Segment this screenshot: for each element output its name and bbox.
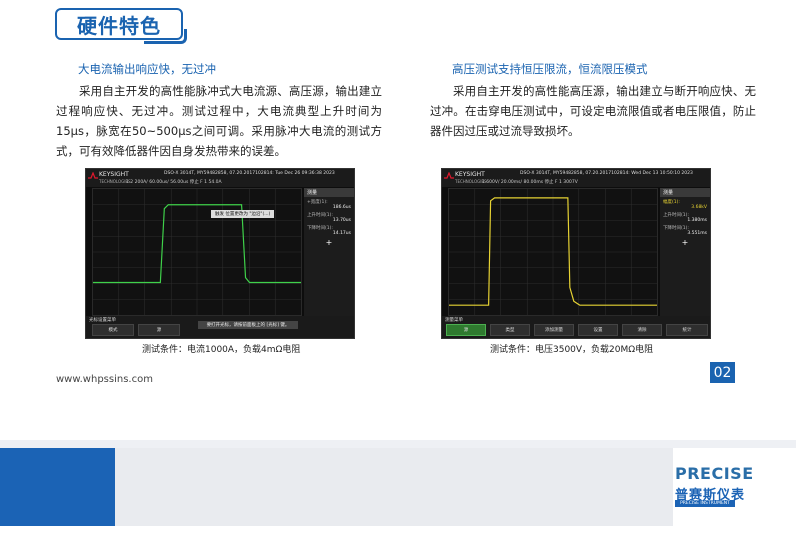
section-title: 硬件特色	[77, 13, 161, 38]
measure-label: 上升时间(1):	[307, 213, 333, 218]
waveform-screen	[448, 188, 658, 316]
measure-label: 下降时间(1):	[663, 226, 689, 231]
waveform-screen: 触发 位置更改为 "边沿"(...)	[92, 188, 302, 316]
softkey-mode: 模式	[92, 324, 134, 336]
softkey-settings: 设置	[578, 324, 618, 336]
softkey-type: 类型	[490, 324, 530, 336]
left-oscilloscope-screenshot: KEYSIGHT TECHNOLOGIES DSO-X 3014T, MY5948…	[85, 168, 355, 339]
website-url: www.whpssins.com	[56, 374, 153, 385]
page-number: 02	[710, 362, 735, 383]
measure-label: +宽度(1):	[307, 200, 328, 205]
softkey-add-measure: 添加测量	[534, 324, 574, 336]
softkey-clear: 清除	[622, 324, 662, 336]
status-line: 1 2 200A/ 60.00us/ 56.00us 停止 F 1 54.0A	[126, 180, 222, 185]
logo-english: PRECISE	[675, 464, 754, 483]
measure-panel-title: 测量	[304, 188, 354, 197]
footer-blue-block	[0, 448, 115, 526]
logo-subtitle: PRECISE INSTRUMENT	[675, 500, 735, 507]
keysight-wave-icon	[88, 172, 98, 179]
right-body: 采用自主开发的高性能高压源，输出建立与断开响应快、无过冲。在击穿电压测试中，可设…	[430, 84, 756, 138]
measure-label: 上升时间(1):	[663, 213, 689, 218]
measure-value: 14.17us	[332, 231, 351, 236]
measure-value: 3.551ms	[687, 231, 707, 236]
right-oscilloscope-screenshot: KEYSIGHT TECHNOLOGIES DSO-X 3014T, MY5948…	[441, 168, 711, 339]
softkey-bar: 光标设置菜单 模式 源 要打开光标，请按前面板上的 [光标] 键。	[86, 316, 354, 338]
measure-panel: 测量 +宽度(1): 186.6us 上升时间(1): 13.70us 下降时间…	[304, 188, 354, 316]
model-line: DSO-X 3014T, MY59482858, 07.20.201710281…	[164, 171, 335, 176]
model-line: DSO-X 3014T, MY59482858, 07.20.201710281…	[520, 171, 693, 176]
measure-label: 幅度(1):	[663, 200, 680, 205]
measure-panel-title: 测量	[660, 188, 710, 197]
section-title-box: 硬件特色	[55, 8, 187, 44]
cursor-message: 要打开光标，请按前面板上的 [光标] 键。	[198, 321, 298, 329]
measure-label: 下降时间(1):	[307, 226, 333, 231]
footer-band	[0, 440, 796, 448]
scope-top-bar: KEYSIGHT TECHNOLOGIES DSO-X 3014T, MY5948…	[442, 169, 710, 187]
trigger-popup: 触发 位置更改为 "边沿"(...)	[211, 210, 275, 218]
left-column: 大电流输出响应快，无过冲 采用自主开发的高性能脉冲式大电流源、高压源，输出建立过…	[56, 60, 382, 161]
keysight-wave-icon	[444, 172, 454, 179]
softkey-source: 源	[138, 324, 180, 336]
add-measure-icon: +	[681, 238, 689, 247]
status-line: 1 600V/ 20.00ms/ 80.00ms 停止 F 1 3007V	[482, 180, 578, 185]
right-column: 高压测试支持恒压限流，恒流限压模式 采用自主开发的高性能高压源，输出建立与断开响…	[430, 60, 756, 141]
scope-top-bar: KEYSIGHT TECHNOLOGIES DSO-X 3014T, MY5948…	[86, 169, 354, 187]
softkey-menu-label: 测量菜单	[445, 318, 463, 323]
waveform-plot	[449, 189, 657, 315]
softkey-bar: 测量菜单 源 类型 添加测量 设置 清除 统计	[442, 316, 710, 338]
waveform-plot	[93, 189, 301, 315]
company-logo: PRECISE 普赛斯仪表 PRECISE INSTRUMENT	[673, 448, 796, 526]
softkey-menu-label: 光标设置菜单	[89, 318, 116, 323]
left-body: 采用自主开发的高性能脉冲式大电流源、高压源，输出建立过程响应快、无过冲。测试过程…	[56, 84, 382, 158]
softkey-statistics: 统计	[666, 324, 708, 336]
left-heading: 大电流输出响应快，无过冲	[78, 62, 216, 76]
footer-grey-block	[115, 448, 673, 526]
left-caption: 测试条件：电流1000A，负载4mΩ电阻	[142, 345, 301, 355]
measure-panel: 测量 幅度(1): 3.68kV 上升时间(1): 1.380ms 下降时间(1…	[660, 188, 710, 316]
softkey-source: 源	[446, 324, 486, 336]
add-measure-icon: +	[325, 238, 333, 247]
right-heading: 高压测试支持恒压限流，恒流限压模式	[452, 62, 648, 76]
right-caption: 测试条件：电压3500V，负载20MΩ电阻	[490, 345, 654, 355]
